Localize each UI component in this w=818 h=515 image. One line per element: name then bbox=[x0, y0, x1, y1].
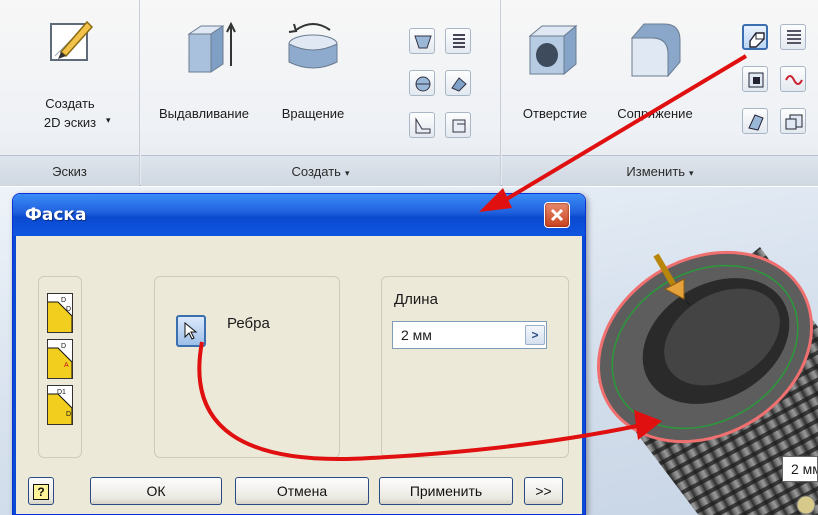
create-sketch-label-2: 2D эскиз bbox=[43, 115, 97, 130]
chamfer-method-panel: DD DA D1 D bbox=[38, 276, 82, 458]
combine-button[interactable] bbox=[780, 108, 806, 134]
fillet-icon bbox=[630, 23, 681, 78]
emboss-icon bbox=[451, 77, 467, 92]
revolve-label: Вращение bbox=[281, 106, 345, 121]
help-button[interactable]: ? bbox=[28, 477, 54, 505]
derive-icon bbox=[452, 119, 466, 133]
edges-select-button[interactable] bbox=[176, 315, 206, 347]
edges-panel: Ребра bbox=[154, 276, 340, 458]
sweep-icon bbox=[415, 76, 431, 92]
ribbon: Создать 2D эскиз ▾ Эскиз Выдавливание Вр… bbox=[0, 0, 818, 186]
more-button[interactable]: >> bbox=[524, 477, 563, 505]
chevron-down-icon: ▾ bbox=[106, 115, 111, 125]
svg-text:D: D bbox=[66, 411, 71, 418]
chamfer-icon bbox=[749, 32, 765, 48]
distance-angle-chamfer-icon[interactable]: DA bbox=[47, 339, 73, 379]
distance-chamfer-glyph: DD bbox=[48, 297, 73, 332]
svg-text:D: D bbox=[61, 297, 66, 304]
cancel-button[interactable]: Отмена bbox=[235, 477, 369, 505]
dimension-tag: 2 мм bbox=[782, 456, 818, 482]
close-icon bbox=[550, 208, 564, 222]
face-draft-button[interactable] bbox=[742, 66, 768, 92]
hole-icon bbox=[528, 24, 578, 76]
sketch-group: Создать 2D эскиз ▾ Эскиз bbox=[0, 0, 140, 186]
fillet-label: Сопряжение bbox=[617, 106, 693, 121]
svg-text:A: A bbox=[64, 362, 69, 369]
svg-text:D: D bbox=[61, 343, 66, 350]
dialog-body: DD DA D1 D Ребра Длина 2 мм > bbox=[13, 236, 585, 514]
thread-icon bbox=[748, 114, 764, 131]
derive-button[interactable] bbox=[445, 112, 471, 138]
distance-chamfer-icon[interactable]: DD bbox=[47, 293, 73, 333]
ok-button[interactable]: ОК bbox=[90, 477, 222, 505]
close-button[interactable] bbox=[544, 202, 570, 228]
extrude-label: Выдавливание bbox=[159, 106, 249, 121]
create-sketch-label-1: Создать bbox=[45, 96, 95, 111]
split-icon bbox=[785, 75, 803, 85]
hole-button[interactable]: Отверстие bbox=[508, 10, 602, 150]
create-group: Выдавливание Вращение Создать ▾ bbox=[141, 0, 501, 186]
modify-group-title[interactable]: Изменить ▾ bbox=[502, 155, 818, 186]
loft-icon bbox=[414, 35, 432, 49]
modify-group: Отверстие Сопряжение Изменить ▾ bbox=[502, 0, 818, 186]
coil-button[interactable] bbox=[445, 28, 471, 54]
chamfer-dialog: Фаска DD DA D1 D Ребра Длина 2 мм > ? ОК… bbox=[12, 193, 586, 515]
loft-button[interactable] bbox=[409, 28, 435, 54]
coil-icon bbox=[453, 34, 465, 48]
chevron-down-icon: ▾ bbox=[689, 168, 694, 178]
sketch-icon bbox=[50, 20, 93, 61]
sketch-group-label: Эскиз bbox=[52, 164, 87, 179]
modify-group-label: Изменить bbox=[626, 164, 686, 179]
cursor-arrow-icon bbox=[184, 322, 198, 340]
revolve-icon bbox=[288, 23, 338, 69]
revolve-button[interactable]: Вращение bbox=[259, 10, 367, 150]
extrude-icon bbox=[187, 21, 236, 73]
length-value: 2 мм bbox=[401, 327, 432, 343]
split-button[interactable] bbox=[780, 66, 806, 92]
hole-label: Отверстие bbox=[522, 106, 588, 121]
create-group-label: Создать bbox=[291, 164, 341, 179]
thread-button[interactable] bbox=[742, 108, 768, 134]
apply-button[interactable]: Применить bbox=[379, 477, 513, 505]
length-options-button[interactable]: > bbox=[525, 325, 545, 345]
create-2d-sketch-button[interactable]: Создать 2D эскиз ▾ bbox=[20, 10, 120, 150]
length-panel: Длина 2 мм > bbox=[381, 276, 569, 458]
svg-text:D1: D1 bbox=[57, 389, 66, 396]
two-distance-chamfer-glyph: D1 D bbox=[48, 389, 73, 424]
chevron-down-icon: ▾ bbox=[344, 168, 350, 178]
two-distance-chamfer-icon[interactable]: D1 D bbox=[47, 385, 73, 425]
distance-angle-chamfer-glyph: DA bbox=[48, 343, 73, 378]
dialog-titlebar[interactable]: Фаска bbox=[13, 194, 585, 236]
chamfer-button[interactable] bbox=[742, 24, 768, 50]
length-input[interactable]: 2 мм > bbox=[392, 321, 547, 349]
face-draft-icon bbox=[748, 72, 764, 88]
length-label: Длина bbox=[394, 291, 438, 308]
rib-button[interactable] bbox=[409, 112, 435, 138]
emboss-button[interactable] bbox=[445, 70, 471, 96]
extrude-button[interactable]: Выдавливание bbox=[149, 10, 259, 150]
help-icon: ? bbox=[33, 484, 49, 500]
combine-icon bbox=[785, 114, 803, 130]
edges-label: Ребра bbox=[227, 315, 270, 332]
dialog-title: Фаска bbox=[25, 205, 87, 225]
rib-icon bbox=[415, 117, 431, 134]
svg-text:D: D bbox=[66, 306, 71, 313]
fillet-button[interactable]: Сопряжение bbox=[602, 10, 708, 150]
shell-icon bbox=[787, 30, 801, 44]
sketch-group-title[interactable]: Эскиз bbox=[0, 155, 139, 186]
create-group-title[interactable]: Создать ▾ bbox=[141, 155, 500, 186]
shell-button[interactable] bbox=[780, 24, 806, 50]
sweep-button[interactable] bbox=[409, 70, 435, 96]
